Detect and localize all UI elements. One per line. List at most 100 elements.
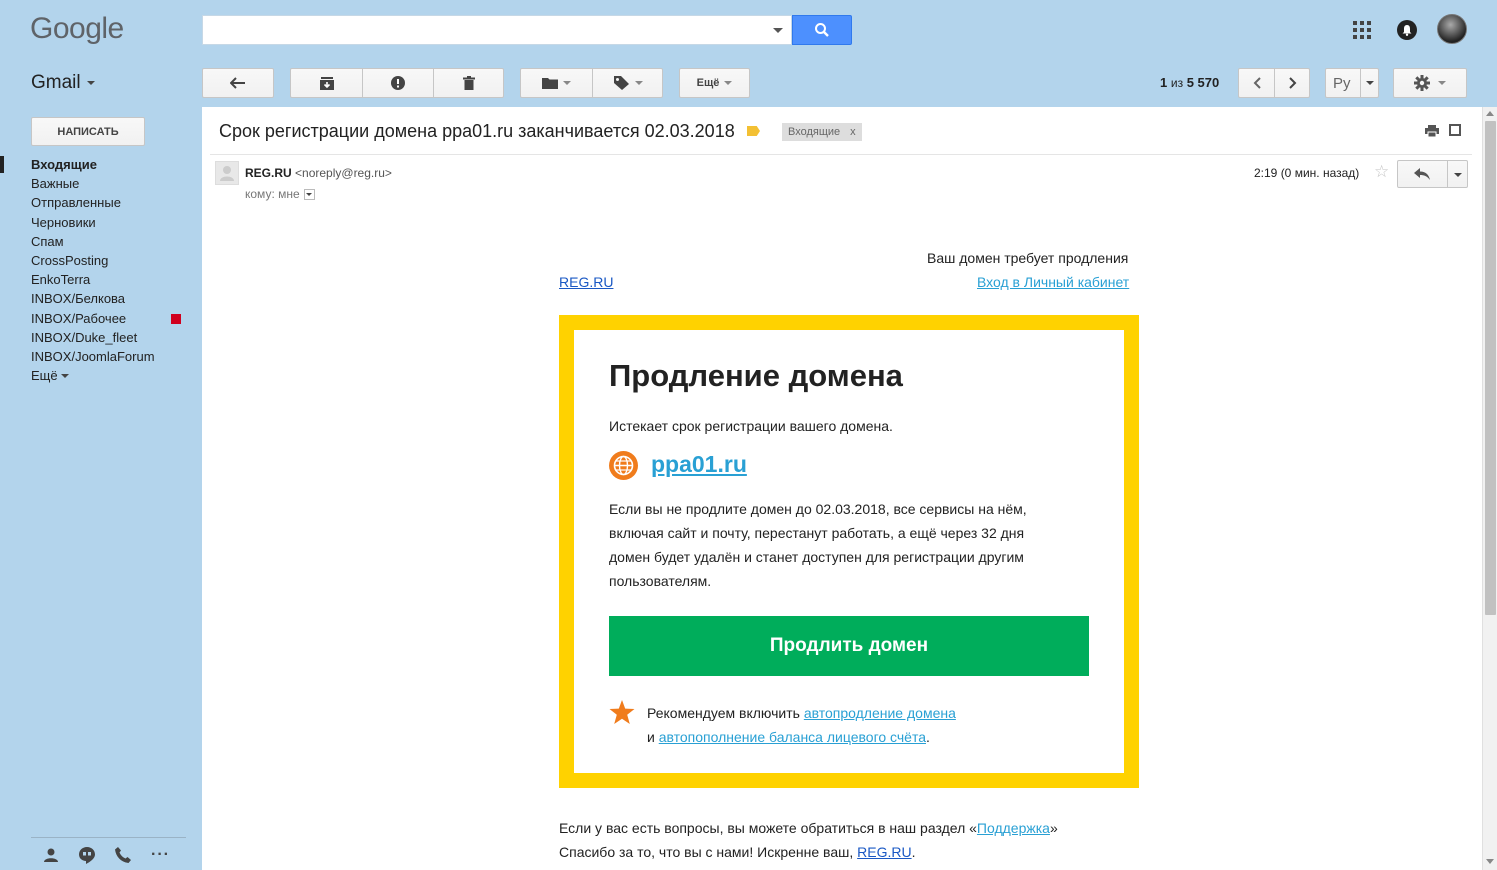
recommendation-text: Рекомендуем включить автопродление домен… [647,701,956,749]
pager-current: 1 [1160,75,1168,90]
input-tools-button[interactable]: Ру [1325,68,1379,98]
sidebar-item-spam[interactable]: Спам [0,232,202,251]
gmail-menu[interactable]: Gmail [31,72,95,94]
sidebar-item-important[interactable]: Важные [0,174,202,193]
support-link[interactable]: Поддержка [977,820,1050,836]
gmail-label: Gmail [31,72,81,93]
top-bar: Google [0,0,1497,60]
recipient-line: кому: мне [245,187,315,201]
more-icon[interactable]: ··· [151,846,170,864]
account-login-link[interactable]: Вход в Личный кабинет [977,274,1129,290]
footer-line-2: Спасибо за то, что вы с нами! Искренне в… [559,844,854,860]
sidebar-item-inbox[interactable]: Входящие [0,155,202,174]
remove-label-button[interactable]: x [850,126,856,138]
pager-counter: 1 из 5 570 [1160,75,1219,90]
sender-avatar [215,161,239,185]
scroll-down-arrow-icon[interactable] [1486,859,1494,864]
compose-button[interactable]: НАПИСАТЬ [31,117,145,146]
chevron-down-icon [1438,81,1446,85]
sidebar-item-drafts[interactable]: Черновики [0,213,202,232]
label-chip-text: Входящие [788,126,841,138]
newer-button[interactable] [1239,69,1274,97]
sidebar-item-inbox-duke-fleet[interactable]: INBOX/Duke_fleet [0,328,202,347]
card-title: Продление домена [609,358,903,393]
chevron-down-icon [563,81,571,85]
report-spam-button[interactable] [363,69,433,97]
search-button[interactable] [792,15,852,45]
labels-button[interactable] [593,69,663,97]
header-divider [210,154,1472,155]
more-button[interactable]: Ещё [679,68,750,98]
show-details-button[interactable] [303,188,315,200]
apps-icon[interactable] [1353,21,1371,39]
scroll-up-arrow-icon[interactable] [1486,111,1494,116]
folder-icon [542,78,558,89]
person-icon[interactable] [43,847,59,863]
rec-and: и [647,729,655,745]
older-button[interactable] [1275,69,1310,97]
google-logo[interactable]: Google [30,12,124,46]
chevron-down-icon [306,192,313,196]
back-button[interactable] [202,68,274,98]
hangouts-icon[interactable] [79,846,95,864]
phone-icon[interactable] [115,847,131,863]
footer-brand-link[interactable]: REG.RU [857,844,911,860]
sidebar-item-inbox-belkova[interactable]: INBOX/Белкова [0,289,202,308]
new-window-icon[interactable] [1449,124,1461,136]
sidebar-bottom-icons: ··· [43,846,183,864]
sidebar-item-inbox-joomlaforum[interactable]: INBOX/JoomlaForum [0,347,202,366]
search-options-chevron-icon[interactable] [773,28,783,33]
message-view: Срок регистрации домена ppa01.ru заканчи… [202,107,1482,870]
pager-total: 5 570 [1186,75,1220,90]
renew-domain-button[interactable]: Продлить домен [609,616,1089,676]
input-lang-label: Ру [1333,74,1351,92]
account-avatar[interactable] [1437,14,1467,44]
autopay-link[interactable]: автопополнение баланса лицевого счёта [659,729,926,745]
archive-icon [319,76,334,90]
label-color-swatch [171,313,181,324]
delete-button[interactable] [434,69,504,97]
rec-end: . [926,729,930,745]
scrollbar-thumb[interactable] [1485,121,1496,615]
sidebar-item-sent[interactable]: Отправленные [0,193,202,212]
sidebar-item-crossposting[interactable]: CrossPosting [0,251,202,270]
bell-icon[interactable] [1397,20,1417,40]
sidebar-nav: Входящие Важные Отправленные Черновики С… [0,155,202,385]
brand-link[interactable]: REG.RU [559,274,613,290]
email-footer: Если у вас есть вопросы, вы можете обрат… [559,816,1058,864]
chevron-down-icon [724,81,733,85]
rec-prefix: Рекомендуем включить [647,705,800,721]
footer-line-1: Если у вас есть вопросы, вы можете обрат… [559,820,977,836]
autorenew-link[interactable]: автопродление домена [804,705,956,721]
reply-button[interactable] [1397,160,1468,188]
archive-button[interactable] [291,69,362,97]
chevron-down-icon[interactable] [1454,173,1462,177]
promo-card-frame: Продление домена Истекает срок регистрац… [559,315,1139,788]
message-subject: Срок регистрации домена ppa01.ru заканчи… [219,121,735,141]
chevron-down-icon [1366,81,1374,85]
settings-button[interactable] [1393,68,1467,98]
gear-icon [1414,75,1430,91]
sidebar-item-more[interactable]: Ещё [0,366,202,385]
footer-line-1-end: » [1049,820,1058,836]
sender-name[interactable]: REG.RU [245,166,292,180]
pager-separator: из [1170,76,1184,90]
footer-line-2-end: . [911,844,916,860]
domain-link[interactable]: ppa01.ru [651,451,747,478]
card-body-text: Если вы не продлите домен до 02.03.2018,… [609,497,1079,593]
email-preheader: Ваш домен требует продления [927,250,1129,266]
sidebar-item-inbox-rabochee[interactable]: INBOX/Рабочее [0,309,202,328]
sidebar-item-label: Ещё [31,368,58,384]
print-icon[interactable] [1425,125,1439,137]
card-text-line: включая сайт и почту, перестанут работат… [609,525,1025,541]
pager-nav-group [1238,68,1310,98]
search-input[interactable] [202,15,792,45]
sidebar-item-enkoterra[interactable]: EnkoTerra [0,270,202,289]
star-icon[interactable]: ☆ [1374,162,1389,182]
importance-marker-icon[interactable] [747,126,760,136]
chevron-left-icon [1253,77,1261,89]
chevron-right-icon [1288,77,1296,89]
move-to-button[interactable] [521,69,592,97]
scrollbar[interactable] [1482,107,1497,870]
chevron-down-icon [86,81,95,85]
